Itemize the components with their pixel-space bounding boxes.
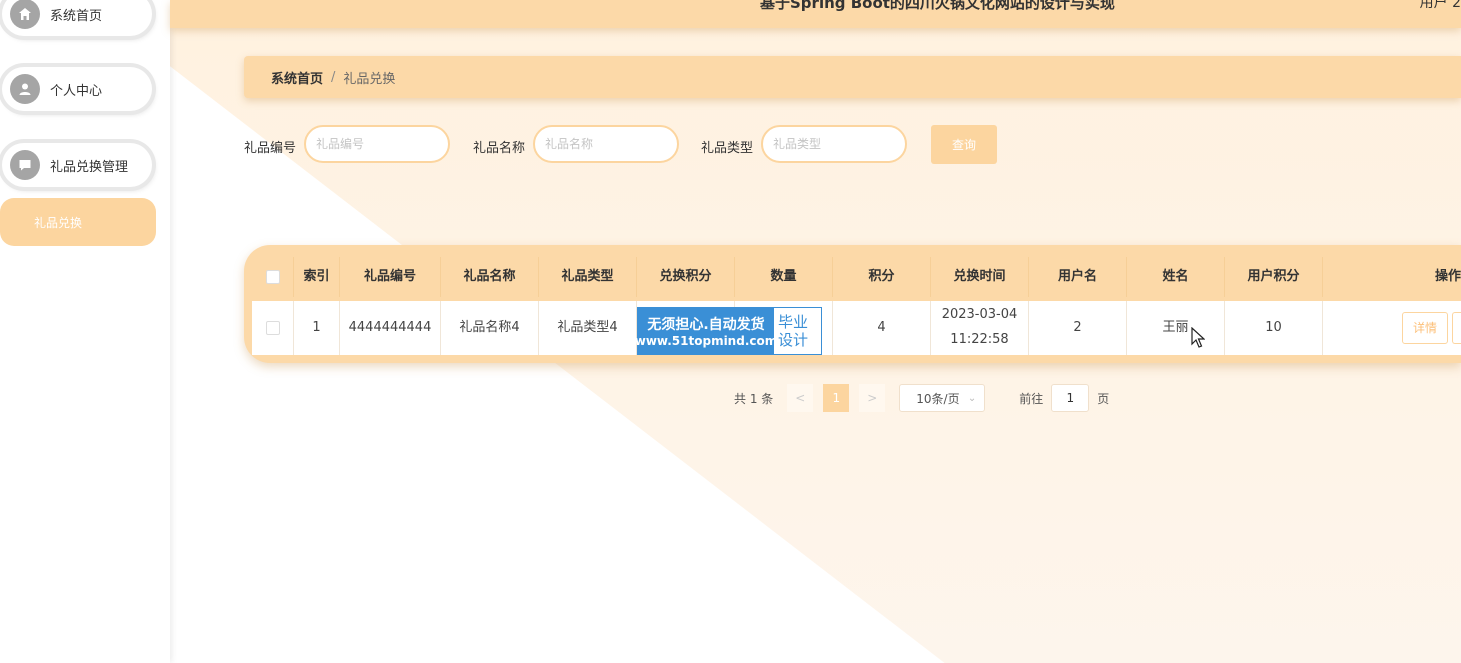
home-icon (10, 0, 40, 29)
cell-gift-no: 4444444444 (340, 301, 441, 355)
next-page-button[interactable]: > (859, 384, 886, 412)
pagination: 共 1 条 < 1 > 10条/页 ⌄ 前往 1 页 (734, 384, 1109, 412)
mouse-cursor-icon (1191, 327, 1205, 348)
breadcrumb-separator: / (331, 69, 336, 85)
top-bar: 基于Spring Boot的四川火锅文化网站的设计与实现 用户 2 (170, 0, 1461, 28)
column-header: 索引 (294, 257, 340, 297)
column-header: 姓名 (1127, 257, 1225, 297)
sidebar-item-profile[interactable]: 个人中心 (2, 67, 152, 111)
column-header: 兑换时间 (931, 257, 1029, 297)
sidebar-item-label: 礼品兑换管理 (50, 159, 129, 175)
column-header: 礼品名称 (441, 257, 539, 297)
cell-points: 4 (833, 301, 931, 355)
sidebar-subitem-label: 礼品兑换 (34, 215, 83, 230)
user-icon (10, 74, 40, 104)
watermark-line1: 无须担心.自动发货 (647, 317, 765, 333)
gift-type-input[interactable] (761, 125, 907, 163)
sidebar: 系统首页 个人中心 礼品兑换管理 礼品兑换 (0, 0, 170, 663)
gift-name-input[interactable] (533, 125, 679, 163)
column-header: 操作 (1434, 268, 1461, 284)
column-header: 礼品编号 (340, 257, 441, 297)
goto-page-input[interactable]: 1 (1051, 384, 1090, 412)
column-header: 数量 (735, 257, 833, 297)
gift-name-label: 礼品名称 (473, 141, 526, 156)
select-all-checkbox[interactable] (265, 270, 280, 284)
prev-page-button[interactable]: < (787, 384, 814, 412)
column-header: 用户积分 (1225, 257, 1323, 297)
cell-gift-name: 礼品名称4 (441, 301, 539, 355)
sidebar-item-label: 系统首页 (50, 8, 103, 24)
row-checkbox[interactable] (265, 321, 280, 335)
breadcrumb-home[interactable]: 系统首页 (271, 68, 323, 87)
pagination-total: 共 1 条 (734, 391, 774, 406)
column-header: 用户名 (1029, 257, 1127, 297)
gift-no-input[interactable] (304, 125, 450, 163)
table-row: 1 4444444444 礼品名称4 礼品类型4 4 2023-03-04 11… (252, 301, 1461, 355)
watermark-banner: 无须担心.自动发货 www.51topmind.com 毕业设计 (635, 307, 822, 355)
page-size-value: 10条/页 (916, 391, 960, 406)
table-header: 索引 礼品编号 礼品名称 礼品类型 兑换积分 数量 积分 兑换时间 用户名 姓名… (252, 257, 1461, 297)
watermark-left: 无须担心.自动发货 www.51topmind.com (635, 308, 777, 354)
column-header: 礼品类型 (539, 257, 637, 297)
cell-gift-type: 礼品类型4 (539, 301, 637, 355)
column-header: 兑换积分 (637, 257, 735, 297)
data-table: 索引 礼品编号 礼品名称 礼品类型 兑换积分 数量 积分 兑换时间 用户名 姓名… (244, 245, 1461, 363)
breadcrumb: 系统首页 / 礼品兑换 (244, 56, 1461, 98)
cell-name: 王丽 (1127, 301, 1225, 355)
gift-type-label: 礼品类型 (701, 141, 754, 156)
sidebar-subitem-gift-exchange[interactable]: 礼品兑换 (0, 198, 156, 246)
row-select-cell[interactable] (252, 301, 294, 355)
page-size-select[interactable]: 10条/页 ⌄ (899, 384, 986, 412)
chevron-down-icon: ⌄ (967, 392, 977, 404)
page-number[interactable]: 1 (823, 384, 850, 412)
cell-time: 2023-03-04 11:22:58 (931, 301, 1029, 355)
gift-no-label: 礼品编号 (244, 141, 297, 156)
sidebar-item-gift-management[interactable]: 礼品兑换管理 (2, 143, 152, 187)
detail-button[interactable]: 详情 (1402, 312, 1448, 344)
site-title: 基于Spring Boot的四川火锅文化网站的设计与实现 (760, 0, 1115, 12)
breadcrumb-current: 礼品兑换 (343, 71, 396, 87)
goto-suffix: 页 (1097, 391, 1110, 406)
chat-icon (10, 150, 40, 180)
cell-index: 1 (294, 301, 340, 355)
cell-username: 2 (1029, 301, 1127, 355)
column-header: 积分 (833, 257, 931, 297)
query-button[interactable]: 查询 (931, 125, 997, 164)
user-label[interactable]: 用户 2 (1420, 0, 1461, 12)
select-all-cell[interactable] (252, 257, 294, 297)
goto-label: 前往 (1019, 391, 1044, 406)
sidebar-item-label: 个人中心 (50, 83, 103, 99)
cell-actions: 详情 (1323, 301, 1461, 355)
cell-user-points: 10 (1225, 301, 1323, 355)
watermark-line2: www.51topmind.com (634, 334, 778, 348)
watermark-right: 毕业设计 (778, 313, 809, 349)
edit-button[interactable] (1452, 312, 1461, 344)
sidebar-item-home[interactable]: 系统首页 (2, 0, 152, 36)
